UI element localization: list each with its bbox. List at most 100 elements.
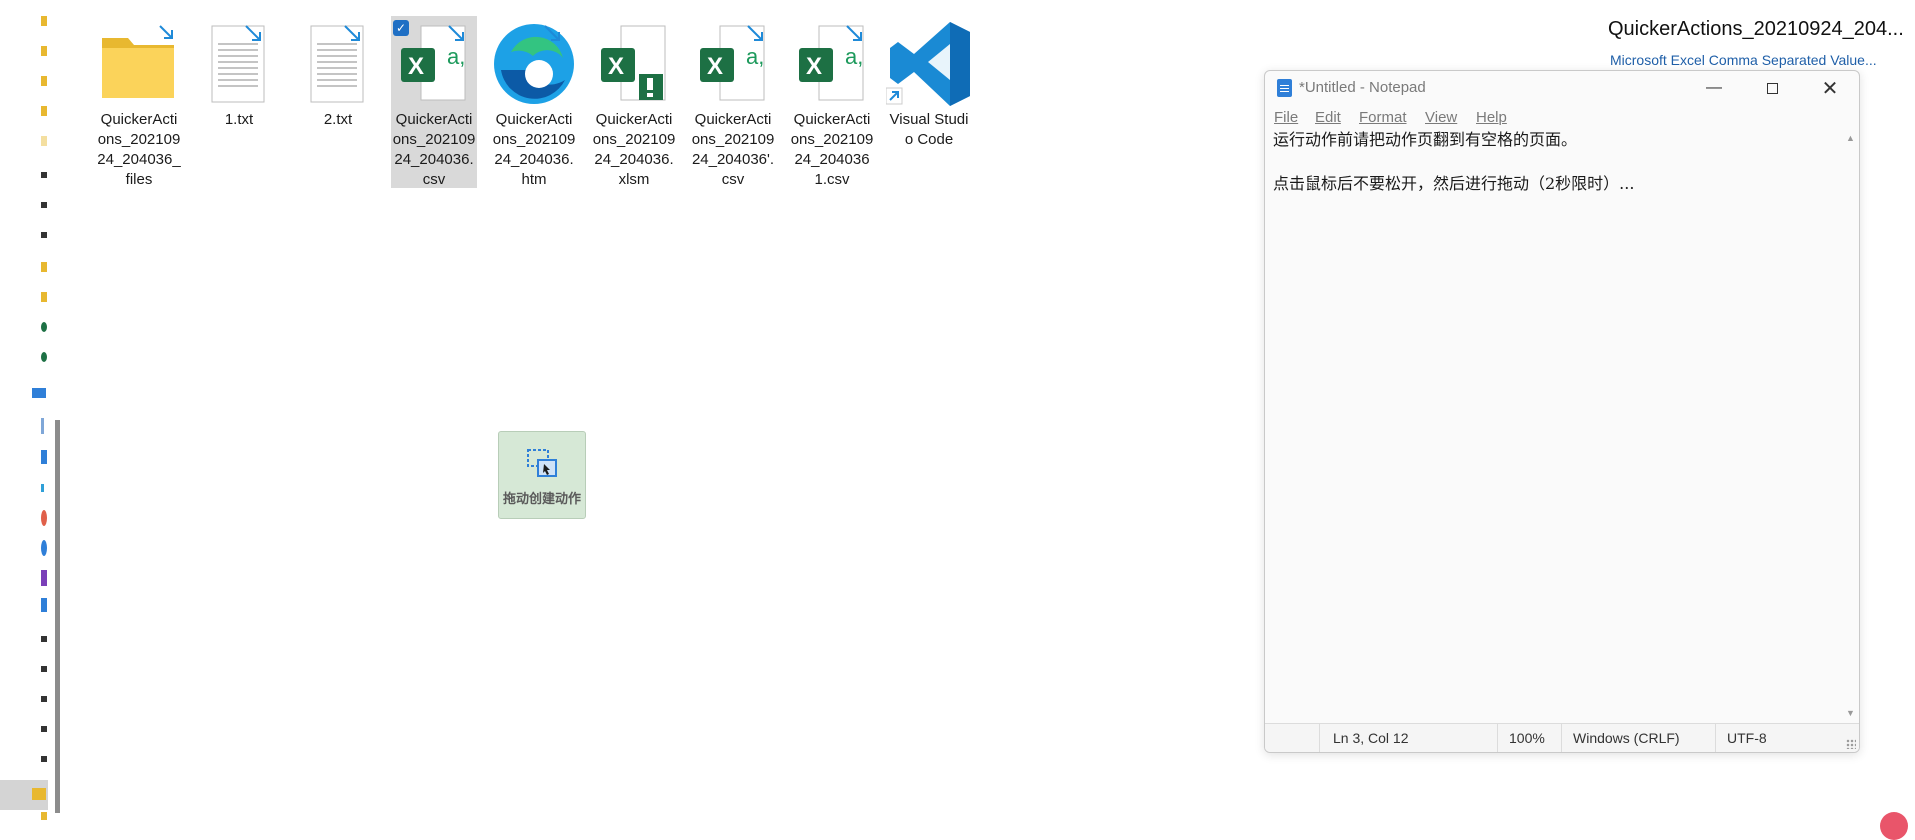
minimize-icon: — — [1706, 79, 1722, 96]
file-icon[interactable] — [41, 636, 47, 642]
svg-text:X: X — [707, 53, 723, 80]
file-icon[interactable] — [41, 172, 47, 178]
excel-csv-icon: a, X — [690, 18, 776, 108]
status-line-ending: Windows (CRLF) — [1573, 730, 1680, 746]
notepad-titlebar[interactable]: *Untitled - Notepad — ✕ — [1265, 71, 1859, 105]
status-separator — [1319, 724, 1320, 752]
svg-text:a,: a, — [746, 44, 764, 69]
folder-icon[interactable] — [41, 46, 47, 56]
grid-icon[interactable] — [41, 598, 47, 612]
desktop-icon-htm[interactable]: QuickerActions_20210924_204036.htm — [491, 16, 577, 188]
folder-icon[interactable] — [41, 76, 47, 86]
app-icon[interactable] — [41, 484, 44, 492]
excel-csv-icon: a, X — [789, 18, 875, 108]
icon-label: QuickerActions_20210924_204036'.csv — [691, 111, 775, 188]
icon-label: QuickerActions_20210924_2040361.csv — [790, 111, 874, 188]
left-window-strip — [0, 0, 60, 822]
maximize-icon — [1766, 82, 1778, 94]
notification-badge[interactable] — [1880, 812, 1908, 840]
folder-icon — [96, 18, 182, 108]
folder-icon[interactable] — [41, 812, 47, 820]
menu-help[interactable]: Help — [1476, 109, 1507, 126]
file-icon[interactable] — [41, 696, 47, 702]
notepad-statusbar: Ln 3, Col 12 100% Windows (CRLF) UTF-8 — [1265, 723, 1859, 752]
desktop-icon-csv-2[interactable]: a, X QuickerActions_20210924_204036'.csv — [690, 16, 776, 188]
notepad-title: *Untitled - Notepad — [1299, 79, 1426, 96]
text-file-icon — [196, 18, 282, 108]
icon-label: QuickerActions_20210924_204036_files — [97, 111, 181, 188]
icon-label: QuickerActions_20210924_204036.csv — [392, 111, 476, 188]
notepad-text-area[interactable]: 运行动作前请把动作页翻到有空格的页面。 点击鼠标后不要松开，然后进行拖动（2秒限… — [1273, 129, 1837, 722]
status-separator — [1561, 724, 1562, 752]
status-separator — [1715, 724, 1716, 752]
close-button[interactable]: ✕ — [1801, 71, 1859, 105]
scroll-up-icon[interactable]: ▲ — [1846, 133, 1855, 143]
desktop-icon-folder[interactable]: QuickerActions_20210924_204036_files — [96, 16, 182, 188]
icon-label: QuickerActions_20210924_204036.xlsm — [592, 111, 676, 188]
file-icon[interactable] — [41, 666, 47, 672]
excel-csv-icon: a, X ✓ — [391, 18, 477, 108]
folder-icon[interactable] — [41, 292, 47, 302]
icon-label: Visual Studio Code — [889, 111, 969, 148]
checkbox-icon[interactable]: ✓ — [393, 20, 409, 36]
computer-icon[interactable] — [32, 388, 46, 398]
status-encoding: UTF-8 — [1727, 730, 1767, 746]
notepad-menubar: File Edit Format View Help — [1265, 105, 1859, 129]
icon-label: 1.txt — [224, 111, 254, 128]
desktop-icon-vscode[interactable]: Visual Studio Code — [885, 16, 972, 188]
file-icon[interactable] — [41, 418, 44, 434]
file-info-type: Microsoft Excel Comma Separated Value... — [1610, 52, 1877, 68]
edge-icon[interactable] — [41, 540, 47, 556]
status-zoom: 100% — [1509, 730, 1545, 746]
file-icon[interactable] — [41, 232, 47, 238]
text-line: 运行动作前请把动作页翻到有空格的页面。 — [1273, 130, 1578, 149]
minimize-button[interactable]: — — [1685, 71, 1743, 105]
resize-grip-icon[interactable] — [1846, 739, 1856, 749]
close-icon: ✕ — [1821, 77, 1839, 100]
file-icon[interactable] — [41, 726, 47, 732]
menu-format[interactable]: Format — [1359, 109, 1407, 126]
selected-strip-item[interactable] — [0, 780, 48, 810]
drag-create-action-tile[interactable]: 拖动创建动作 — [498, 431, 586, 519]
folder-icon[interactable] — [41, 136, 47, 146]
app-icon[interactable] — [41, 570, 47, 586]
text-file-icon — [295, 18, 381, 108]
desktop-icon-csv-3[interactable]: a, X QuickerActions_20210924_2040361.csv — [789, 16, 875, 188]
file-info-title: QuickerActions_20210924_204... — [1608, 18, 1904, 40]
vscode-icon — [885, 18, 972, 108]
menu-file[interactable]: File — [1274, 109, 1298, 126]
app-icon[interactable] — [41, 510, 47, 526]
scroll-down-icon[interactable]: ▼ — [1846, 708, 1855, 718]
edge-icon — [491, 18, 577, 108]
maximize-button[interactable] — [1743, 71, 1801, 105]
app-icon[interactable] — [41, 450, 47, 464]
scrollbar[interactable] — [55, 420, 60, 813]
drag-tile-label: 拖动创建动作 — [502, 491, 581, 506]
status-separator — [1497, 724, 1498, 752]
notepad-window[interactable]: *Untitled - Notepad — ✕ File Edit Format… — [1264, 70, 1860, 753]
icon-label: 2.txt — [323, 111, 353, 128]
desktop-icon-xlsm[interactable]: X QuickerActions_20210924_204036.xlsm — [591, 16, 677, 188]
drag-select-icon — [527, 449, 557, 477]
folder-icon[interactable] — [41, 16, 47, 26]
svg-text:X: X — [608, 53, 624, 80]
svg-text:a,: a, — [447, 44, 465, 69]
desktop-icon-2-txt[interactable]: 2.txt — [295, 16, 381, 188]
file-icon[interactable] — [41, 202, 47, 208]
desktop-icon-csv-selected[interactable]: a, X ✓ QuickerActions_20210924_204036.cs… — [391, 16, 477, 188]
vertical-scrollbar[interactable]: ▲ ▼ — [1843, 129, 1859, 722]
notepad-app-icon — [1277, 79, 1292, 97]
svg-text:a,: a, — [845, 44, 863, 69]
menu-edit[interactable]: Edit — [1315, 109, 1341, 126]
excel-icon[interactable] — [41, 352, 47, 362]
folder-icon[interactable] — [41, 262, 47, 272]
text-line — [1273, 151, 1837, 173]
file-icon[interactable] — [41, 756, 47, 762]
folder-icon[interactable] — [41, 106, 47, 116]
menu-view[interactable]: View — [1425, 109, 1457, 126]
svg-text:X: X — [408, 53, 424, 80]
excel-icon[interactable] — [41, 322, 47, 332]
desktop-icon-1-txt[interactable]: 1.txt — [196, 16, 282, 188]
folder-icon — [32, 788, 46, 800]
text-line: 点击鼠标后不要松开，然后进行拖动（2秒限时）... — [1273, 174, 1635, 193]
